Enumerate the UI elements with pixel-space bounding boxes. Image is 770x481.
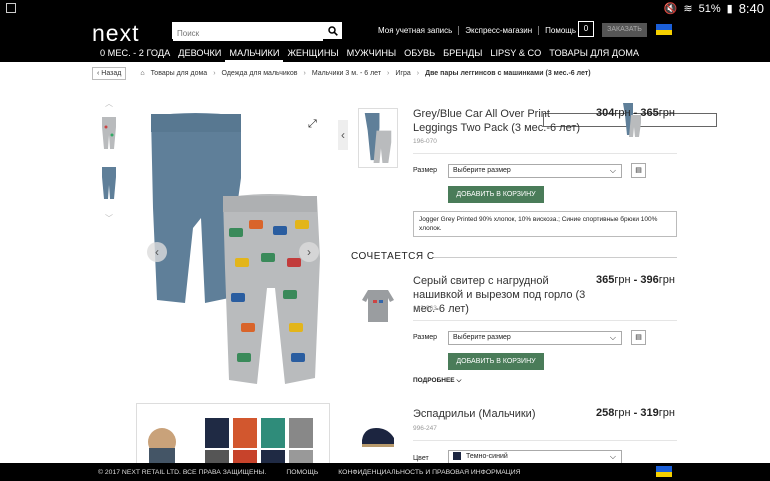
breadcrumb-item[interactable]: Мальчики 3 м. - 6 лет (312, 70, 381, 77)
my-account-link[interactable]: Моя учетная запись (378, 26, 458, 35)
chevron-down-icon: ⌵ (609, 166, 616, 175)
product-thumbnail[interactable] (358, 108, 398, 168)
account-links: Моя учетная запись Экспресс-магазин Помо… (378, 26, 582, 35)
promo-banner[interactable] (136, 403, 330, 465)
chevron-down-icon: ⌵ (609, 452, 616, 461)
nav-men[interactable]: МУЖЧИНЫ (343, 46, 400, 62)
size-select[interactable]: Выберите размер ⌵ (448, 164, 622, 178)
search-box (172, 22, 342, 41)
nav-boys[interactable]: МАЛЬЧИКИ (225, 46, 284, 62)
nav-baby[interactable]: 0 МЕС. - 2 ГОДА (96, 46, 174, 62)
search-button[interactable] (325, 23, 341, 38)
site-footer: © 2017 NEXT RETAIL LTD. ВСЕ ПРАВА ЗАЩИЩЕ… (0, 463, 770, 481)
divider (413, 320, 677, 321)
gallery-icon (6, 3, 16, 13)
next-image-button[interactable]: › (299, 242, 319, 262)
nav-home[interactable]: ТОВАРЫ ДЛЯ ДОМА (545, 46, 643, 62)
footer-privacy-link[interactable]: КОНФИДЕНЦИАЛЬНОСТЬ И ПРАВОВАЯ ИНФОРМАЦИЯ (338, 469, 520, 476)
clock: 8:40 (738, 1, 764, 16)
product-price: 258грн - 319грн (596, 407, 675, 419)
divider (413, 153, 677, 154)
search-icon (328, 25, 338, 36)
color-swatch (453, 452, 461, 461)
breadcrumb: ‹ Назад ⌂ Товары для дома › Одежда для м… (92, 66, 591, 80)
color-label: Цвет (413, 455, 429, 462)
product-price: 365грн - 396грн (596, 274, 675, 286)
thumbnail[interactable] (95, 163, 123, 205)
main-product-image[interactable]: ‹ › (145, 108, 330, 398)
cart-button[interactable]: 0 (578, 21, 594, 37)
size-label: Размер (413, 167, 438, 174)
thumbnail-strip: ︿ ﹀ (95, 99, 717, 224)
ukraine-flag-icon[interactable] (656, 466, 672, 477)
wifi-icon: ≋ (683, 3, 693, 15)
home-icon[interactable]: ⌂ (140, 70, 144, 77)
search-input[interactable] (173, 26, 323, 41)
add-to-cart-button[interactable]: ДОБАВИТЬ В КОРЗИНУ (448, 186, 544, 203)
divider (434, 257, 677, 258)
product-description: Jogger Grey Printed 90% хлопок, 10% виск… (413, 211, 677, 237)
product-code: 996-247 (413, 425, 437, 432)
nav-girls[interactable]: ДЕВОЧКИ (174, 46, 225, 62)
next-logo[interactable]: next (92, 20, 139, 47)
chevron-down-icon: ⌵ (609, 333, 616, 342)
chevron-left-icon[interactable]: ‹ (338, 120, 348, 150)
thumbnail[interactable] (95, 113, 123, 155)
goes-with-heading: СОЧЕТАЕТСЯ С (351, 251, 435, 262)
ukraine-flag-icon[interactable] (656, 24, 672, 35)
color-select[interactable]: Темно-синий ⌵ (448, 450, 622, 464)
size-guide-icon[interactable]: ▤ (631, 330, 646, 345)
breadcrumb-item[interactable]: Товары для дома (151, 70, 208, 77)
order-button[interactable]: ЗАКАЗАТЬ (602, 23, 647, 37)
breadcrumb-item[interactable]: Игра (395, 70, 410, 77)
product-title: Серый свитер с нагрудной нашивкой и выре… (413, 275, 586, 315)
product-thumbnail[interactable] (358, 276, 398, 336)
product-title: Эспадрильи (Мальчики) (413, 408, 536, 420)
breadcrumb-current: Две пары леггинсов с машинками (3 мес.-6… (425, 69, 591, 77)
main-nav: 0 МЕС. - 2 ГОДА ДЕВОЧКИ МАЛЬЧИКИ ЖЕНЩИНЫ… (96, 46, 643, 62)
product-code: 196-070 (413, 138, 437, 145)
product-code: 163-963 (413, 305, 437, 312)
size-select[interactable]: Выберите размер ⌵ (448, 331, 622, 345)
nav-shoes[interactable]: ОБУВЬ (400, 46, 439, 62)
help-link[interactable]: Помощь (538, 26, 582, 35)
size-guide-icon[interactable]: ▤ (631, 163, 646, 178)
product-thumbnail[interactable] (358, 410, 398, 460)
product-price: 304грн - 365грн (596, 107, 675, 119)
add-to-cart-button[interactable]: ДОБАВИТЬ В КОРЗИНУ (448, 353, 544, 370)
chevron-down-icon[interactable]: ﹀ (95, 213, 123, 224)
chevron-down-icon: ⌵ (456, 377, 462, 384)
nav-brands[interactable]: БРЕНДЫ (439, 46, 486, 62)
fullscreen-icon[interactable]: ⤢ (308, 118, 317, 131)
breadcrumb-item[interactable]: Одежда для мальчиков (222, 70, 298, 77)
more-details-link[interactable]: ПОДРОБНЕЕ ⌵ (413, 377, 461, 385)
prev-image-button[interactable]: ‹ (147, 242, 167, 262)
nav-women[interactable]: ЖЕНЩИНЫ (283, 46, 342, 62)
status-bar: 🔇 ≋ 51% ▮ 8:40 (0, 0, 770, 17)
back-button[interactable]: ‹ Назад (92, 66, 127, 80)
nav-lipsy[interactable]: LIPSY & CO (486, 46, 545, 62)
size-label: Размер (413, 334, 438, 341)
battery-level: 51% (698, 2, 721, 15)
product-title: Grey/Blue Car All Over Print Leggings Tw… (413, 108, 581, 134)
mute-icon: 🔇 (663, 3, 678, 15)
express-shop-link[interactable]: Экспресс-магазин (458, 26, 538, 35)
site-header: next Моя учетная запись Экспресс-магазин… (0, 17, 770, 62)
footer-help-link[interactable]: ПОМОЩЬ (286, 469, 318, 476)
battery-icon: ▮ (726, 3, 733, 15)
copyright: © 2017 NEXT RETAIL LTD. ВСЕ ПРАВА ЗАЩИЩЕ… (98, 468, 267, 476)
chevron-up-icon[interactable]: ︿ (95, 98, 123, 109)
divider (413, 440, 677, 441)
